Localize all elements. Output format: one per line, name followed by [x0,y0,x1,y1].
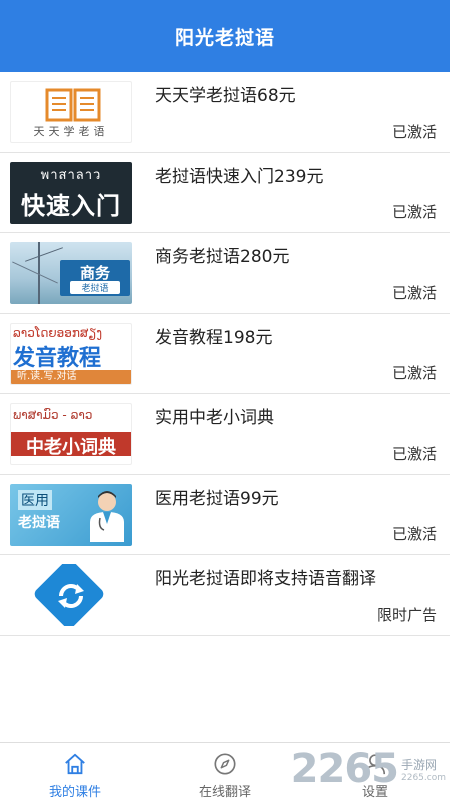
thumb-plate: 商务 老挝语 [60,260,130,296]
course-item-pronunciation[interactable]: ລາວໂດຍອອກສຽງ 发音教程 听.读.写.对话 发音教程198元 已激活 [0,313,450,394]
course-item-business[interactable]: 商务 老挝语 商务老挝语280元 已激活 [0,233,450,314]
course-status: 已激活 [391,122,437,141]
site-watermark: 2265 手游网 2265.com [291,746,446,792]
course-title: 阳光老挝语即将支持语音翻译 [155,569,376,589]
nav-label: 在线翻译 [198,785,251,800]
ship-rigging [25,247,63,262]
course-title: 实用中老小词典 [155,408,274,428]
thumb-top-text: ພາສາມົວ - ລາວ [13,408,93,422]
course-item-quickstart[interactable]: พาสาลาว 快速入门 老挝语快速入门239元 已激活 [0,152,450,233]
sync-icon [58,584,84,608]
course-thumbnail [10,564,132,626]
course-title: 商务老挝语280元 [155,247,290,267]
compass-icon [214,753,236,775]
app-header: 阳光老挝语 [0,0,450,72]
thumb-sub-text: 听.读.写.对话 [11,369,131,384]
watermark-text: 手游网 2265.com [401,756,446,783]
thumb-line-1: 医用 [18,489,52,510]
watermark-number: 2265 [290,746,399,792]
course-item-dictionary[interactable]: ພາສາມົວ - ລາວ 中老小词典 实用中老小词典 已激活 [0,394,450,475]
thumb-top-text: ລາວໂດຍອອກສຽງ [13,325,103,340]
course-thumbnail: 天天学老语 [10,81,132,143]
ad-label: 限时广告 [376,605,437,624]
thumb-sub-text: 老挝语 [70,281,120,294]
watermark-cn: 手游网 [401,757,438,772]
page-title: 阳光老挝语 [174,26,275,49]
course-status: 已激活 [391,283,437,302]
watermark-en: 2265.com [401,772,446,783]
course-list: 天天学老语 天天学老挝语68元 已激活 พาสาลาว 快速入门 老挝语快速入门… [0,72,450,636]
ship-rope [12,261,58,284]
course-status: 已激活 [391,364,437,382]
course-status: 已激活 [391,444,437,463]
course-title: 发音教程198元 [155,327,273,348]
course-item-daily[interactable]: 天天学老语 天天学老挝语68元 已激活 [0,72,450,153]
course-status: 已激活 [391,203,437,221]
nav-label: 我的课件 [48,785,101,800]
home-icon [65,753,85,775]
nav-online-translate[interactable]: 在线翻译 [150,743,300,800]
book-icon [45,88,101,122]
doctor-icon [90,490,124,542]
course-thumbnail: ລາວໂດຍອອກສຽງ 发音教程 听.读.写.对话 [10,322,132,385]
course-thumbnail: 商务 老挝语 [10,242,132,304]
ad-item-voice-translation[interactable]: 阳光老挝语即将支持语音翻译 限时广告 [0,555,450,636]
course-thumbnail: ພາສາມົວ - ລາວ 中老小词典 [10,403,132,465]
thumb-main-text: 商务 [79,264,110,282]
thumb-main-text: 快速入门 [21,191,121,220]
nav-my-courses[interactable]: 我的课件 [0,743,150,800]
course-item-medical[interactable]: 医用 老挝语 医用老挝语99元 已激活 [0,474,450,555]
course-title: 医用老挝语99元 [155,488,279,509]
thumb-main-text: 发音教程 [13,345,102,371]
thumb-line-2: 老挝语 [18,514,60,531]
thumb-main-text: 中老小词典 [26,437,116,458]
course-thumbnail: 医用 老挝语 [10,483,132,546]
course-title: 天天学老挝语68元 [155,86,296,106]
thumb-top-text: พาสาลาว [40,167,102,183]
course-title: 老挝语快速入门239元 [155,166,324,187]
course-thumbnail: พาสาลาว 快速入门 [10,161,132,224]
thumb-caption: 天天学老语 [33,125,109,138]
course-status: 已激活 [391,525,437,543]
